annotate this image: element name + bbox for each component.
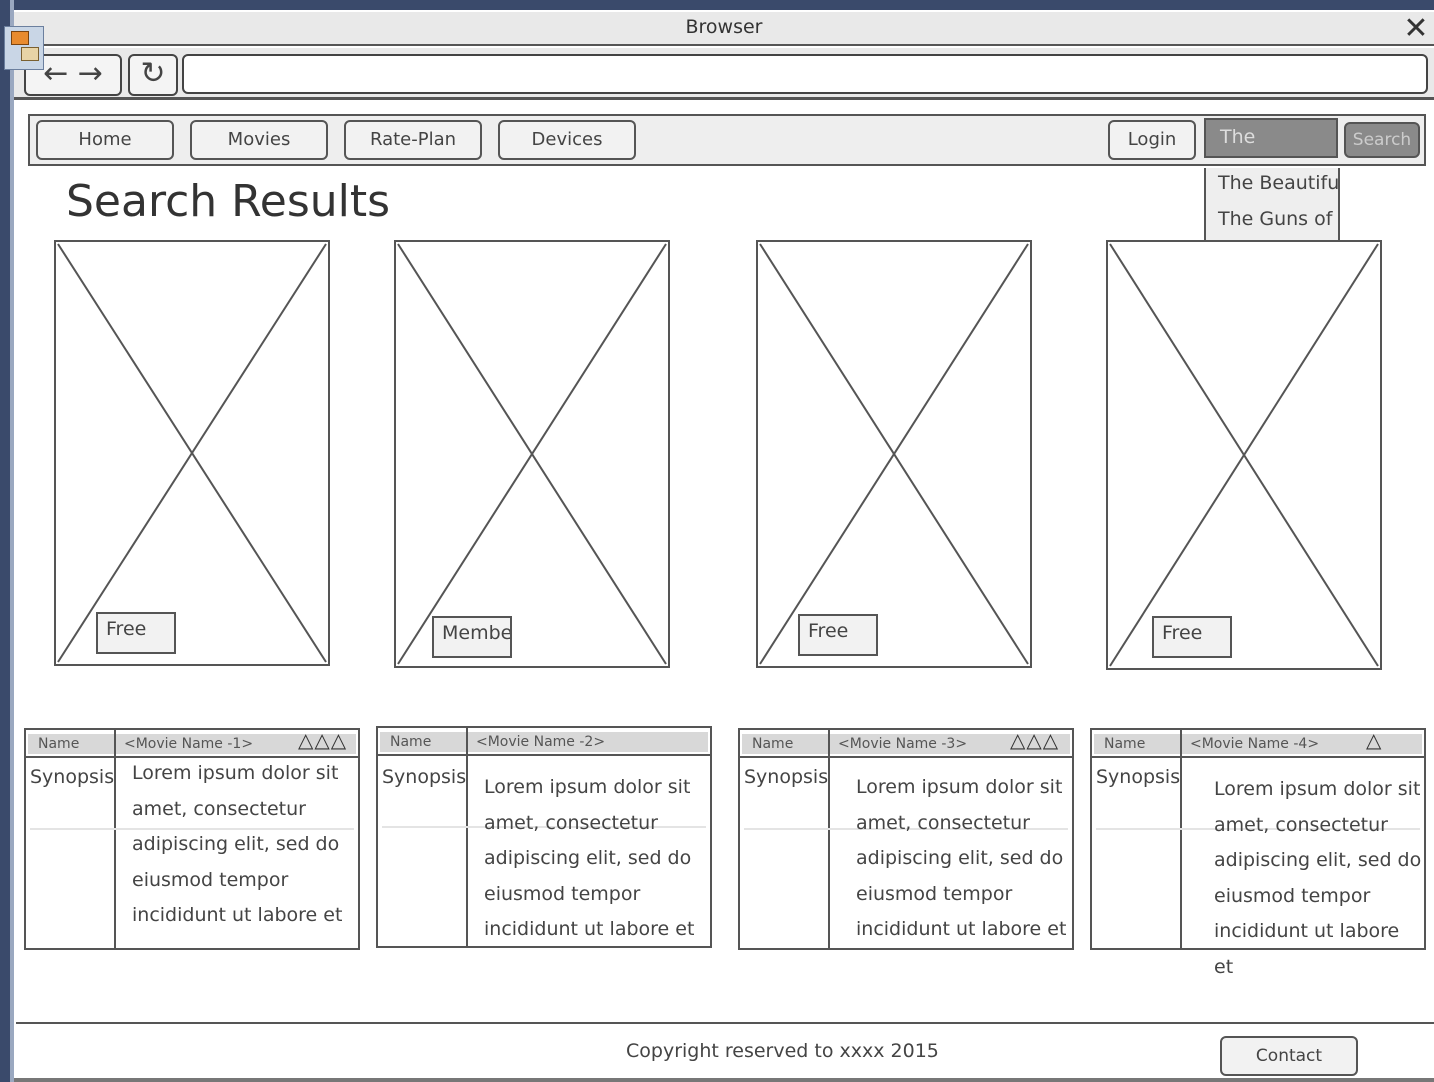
poster-image[interactable] <box>394 240 670 668</box>
synopsis-text: Lorem ipsum dolor sit amet, consectetur … <box>484 776 695 940</box>
synopsis-label: Synopsis <box>30 766 115 788</box>
search-suggestions: The Beautifu The Guns of <box>1204 168 1340 242</box>
tab-home[interactable]: Home <box>36 120 174 160</box>
tab-rate-plan[interactable]: Rate-Plan <box>344 120 482 160</box>
footer-divider <box>16 1022 1434 1024</box>
movie-info-table: Name <Movie Name -1> △△△ Synopsis Lorem … <box>24 728 360 950</box>
close-icon[interactable]: ✕ <box>1398 12 1434 46</box>
synopsis-label: Synopsis <box>1096 766 1181 788</box>
image-placeholder-icon <box>57 243 327 663</box>
window-frame-top <box>0 0 1434 10</box>
url-bar[interactable] <box>182 54 1428 94</box>
movie-info-table: Name <Movie Name -2> Synopsis Lorem ipsu… <box>376 726 712 948</box>
back-arrow-icon[interactable]: ← <box>43 56 68 91</box>
image-placeholder-icon <box>759 243 1029 665</box>
suggestion-item[interactable]: The Beautifu <box>1218 172 1338 194</box>
reload-icon: ↻ <box>140 56 166 91</box>
rating-stars: △ <box>1366 728 1383 752</box>
tab-devices[interactable]: Devices <box>498 120 636 160</box>
access-badge: Member <box>432 616 512 658</box>
window-frame-left-inner <box>10 0 14 1082</box>
poster-image[interactable] <box>1106 240 1382 670</box>
poster-image[interactable] <box>756 240 1032 668</box>
suggestion-item[interactable]: The Guns of <box>1218 208 1332 230</box>
movie-name[interactable]: <Movie Name -3> <box>838 736 967 752</box>
tab-movies[interactable]: Movies <box>190 120 328 160</box>
movie-name[interactable]: <Movie Name -1> <box>124 736 253 752</box>
name-label: Name <box>390 734 432 750</box>
page-title: Search Results <box>66 176 391 227</box>
login-button[interactable]: Login <box>1108 120 1196 160</box>
synopsis-label: Synopsis <box>382 766 467 788</box>
access-badge: Free <box>798 614 878 656</box>
access-badge: Free <box>1152 616 1232 658</box>
name-label: Name <box>1104 736 1146 752</box>
synopsis-text: Lorem ipsum dolor sit amet, consectetur … <box>1214 778 1422 978</box>
image-placeholder-icon <box>1109 243 1379 667</box>
search-button[interactable]: Search <box>1344 122 1420 158</box>
access-badge: Free <box>96 612 176 654</box>
synopsis-label: Synopsis <box>744 766 829 788</box>
window-frame-bottom <box>14 1078 1434 1082</box>
synopsis-text: Lorem ipsum dolor sit amet, consectetur … <box>856 776 1067 940</box>
contact-button[interactable]: Contact <box>1220 1036 1358 1076</box>
app-icon <box>4 26 44 70</box>
rating-stars: △△△ <box>1010 728 1060 752</box>
synopsis-text: Lorem ipsum dolor sit amet, consectetur … <box>132 762 343 926</box>
movie-info-table: Name <Movie Name -4> △ Synopsis Lorem ip… <box>1090 728 1426 978</box>
window-title: Browser <box>685 16 763 38</box>
copyright-text: Copyright reserved to xxxx 2015 <box>626 1040 939 1062</box>
name-label: Name <box>752 736 794 752</box>
rating-stars: △△△ <box>298 728 348 752</box>
name-label: Name <box>38 736 80 752</box>
poster-image[interactable] <box>54 240 330 666</box>
search-input[interactable]: The <box>1204 118 1338 158</box>
forward-arrow-icon[interactable]: → <box>78 56 103 91</box>
image-placeholder-icon <box>397 243 667 665</box>
movie-info-table: Name <Movie Name -3> △△△ Synopsis Lorem … <box>738 728 1074 950</box>
reload-button[interactable]: ↻ <box>128 54 178 96</box>
movie-name[interactable]: <Movie Name -4> <box>1190 736 1319 752</box>
movie-name[interactable]: <Movie Name -2> <box>476 734 605 750</box>
